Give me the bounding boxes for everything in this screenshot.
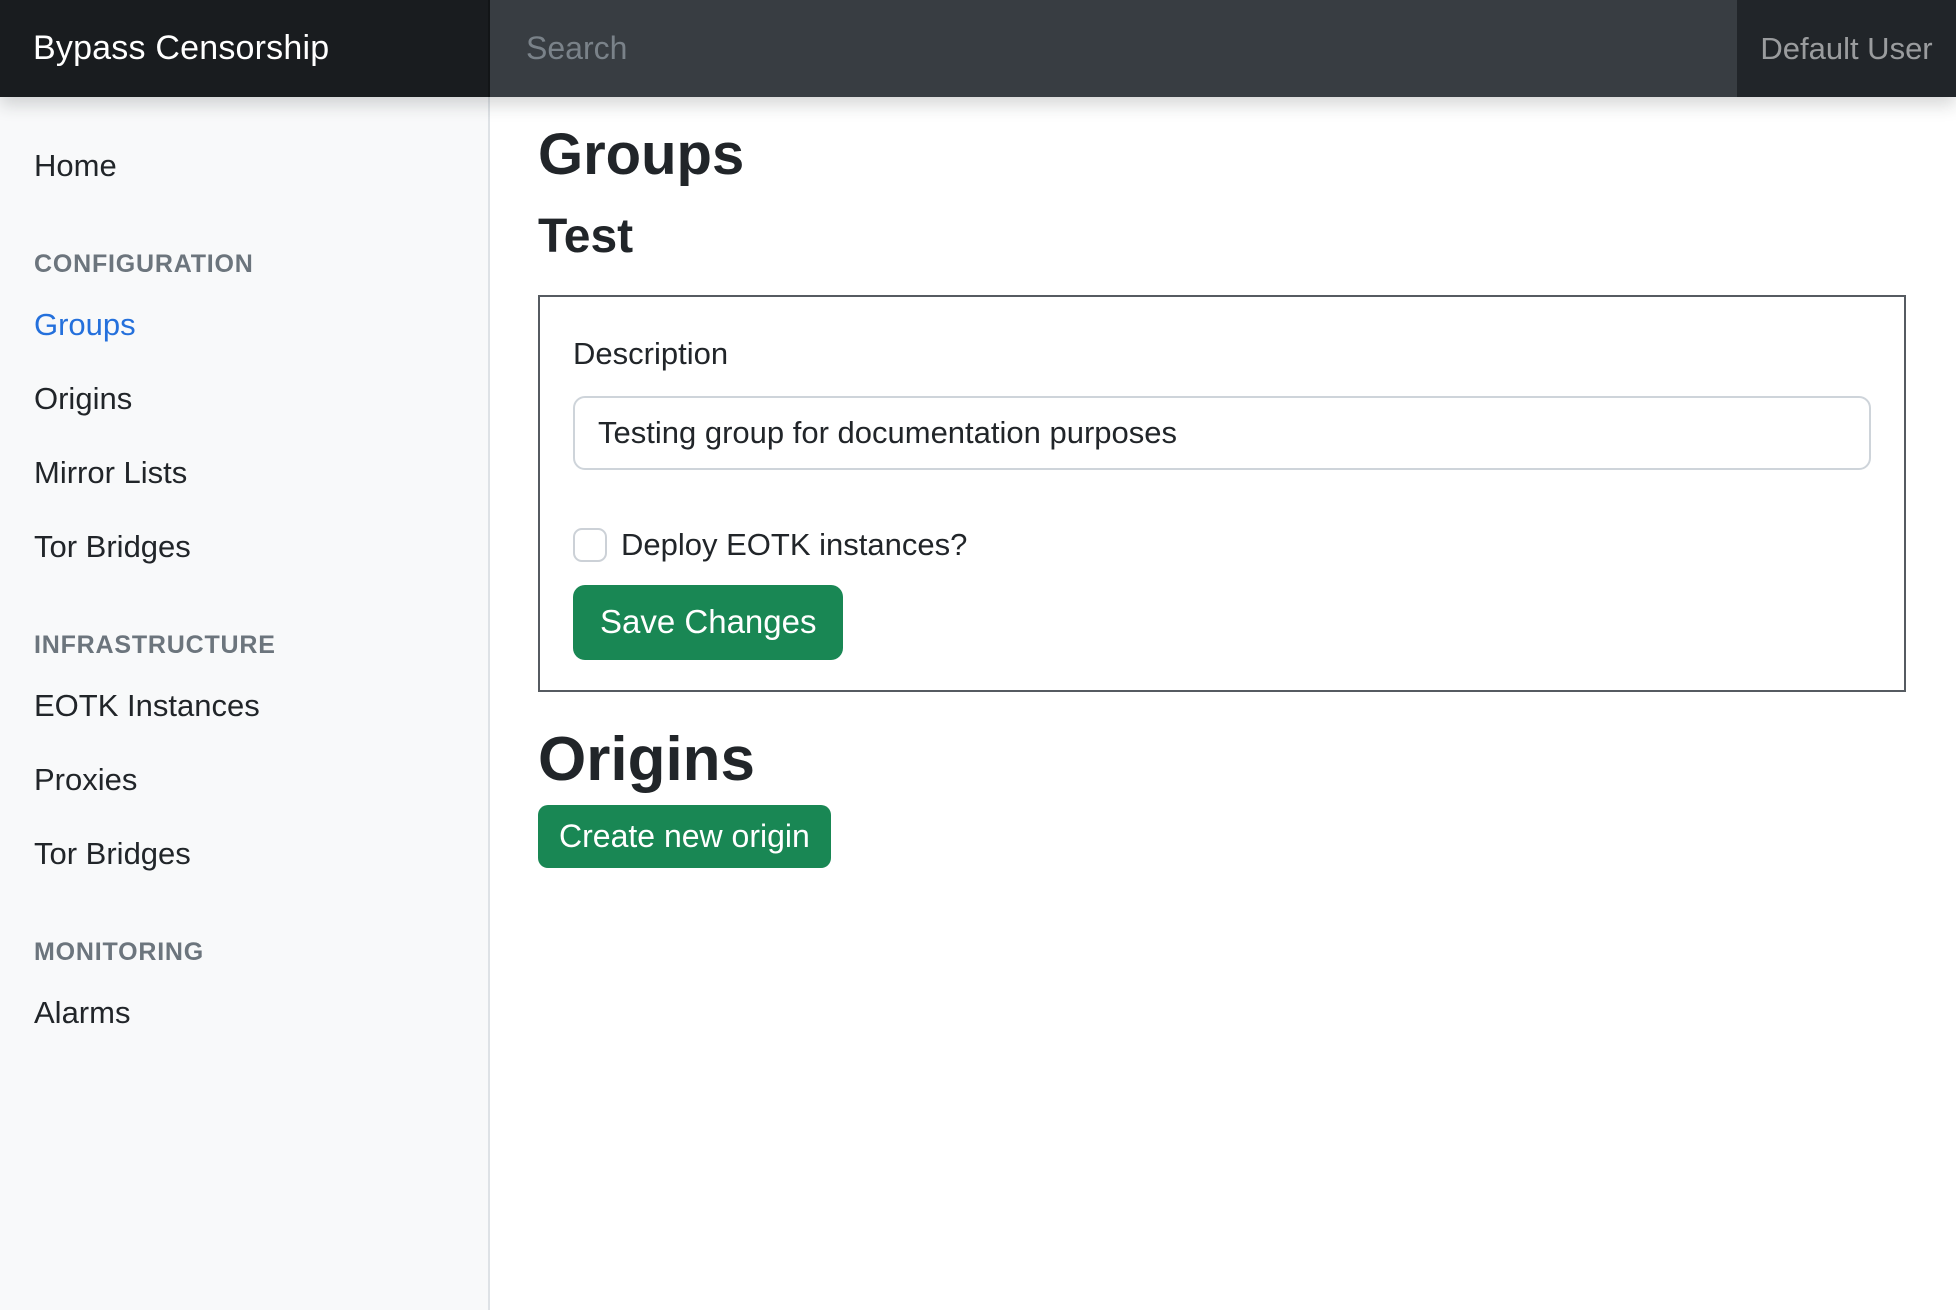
sidebar-item-origins[interactable]: Origins	[0, 362, 488, 436]
sidebar-item-proxies[interactable]: Proxies	[0, 743, 488, 817]
search-input[interactable]	[490, 0, 1737, 97]
sidebar-item-tor-bridges[interactable]: Tor Bridges	[0, 510, 488, 584]
sidebar-item-tor-bridges-infra[interactable]: Tor Bridges	[0, 817, 488, 891]
brand-link[interactable]: Bypass Censorship	[0, 0, 490, 97]
sidebar: Home CONFIGURATION Groups Origins Mirror…	[0, 97, 490, 1310]
sidebar-item-mirror-lists[interactable]: Mirror Lists	[0, 436, 488, 510]
eotk-check-row: Deploy EOTK instances?	[573, 527, 1871, 563]
origins-section-title: Origins	[538, 724, 1908, 795]
user-menu-link[interactable]: Default User	[1737, 0, 1956, 97]
sidebar-heading-infrastructure: INFRASTRUCTURE	[34, 630, 454, 660]
sidebar-item-home[interactable]: Home	[0, 129, 488, 203]
sidebar-heading-configuration: CONFIGURATION	[34, 249, 454, 279]
sidebar-item-groups[interactable]: Groups	[0, 288, 488, 362]
main-content: Groups Test Description Deploy EOTK inst…	[490, 97, 1956, 1310]
group-edit-card: Description Deploy EOTK instances? Save …	[538, 295, 1906, 692]
page-layout: Home CONFIGURATION Groups Origins Mirror…	[0, 97, 1956, 1310]
group-name-heading: Test	[538, 209, 1908, 264]
sidebar-item-eotk-instances[interactable]: EOTK Instances	[0, 669, 488, 743]
sidebar-heading-monitoring: MONITORING	[34, 937, 454, 967]
description-label: Description	[573, 336, 1871, 372]
top-navbar: Bypass Censorship Default User	[0, 0, 1956, 97]
create-new-origin-button[interactable]: Create new origin	[538, 805, 831, 868]
page-title: Groups	[538, 121, 1908, 189]
deploy-eotk-checkbox[interactable]	[573, 528, 607, 562]
deploy-eotk-label[interactable]: Deploy EOTK instances?	[621, 527, 967, 563]
description-field[interactable]	[573, 396, 1871, 470]
sidebar-item-alarms[interactable]: Alarms	[0, 976, 488, 1050]
save-changes-button[interactable]: Save Changes	[573, 585, 843, 660]
